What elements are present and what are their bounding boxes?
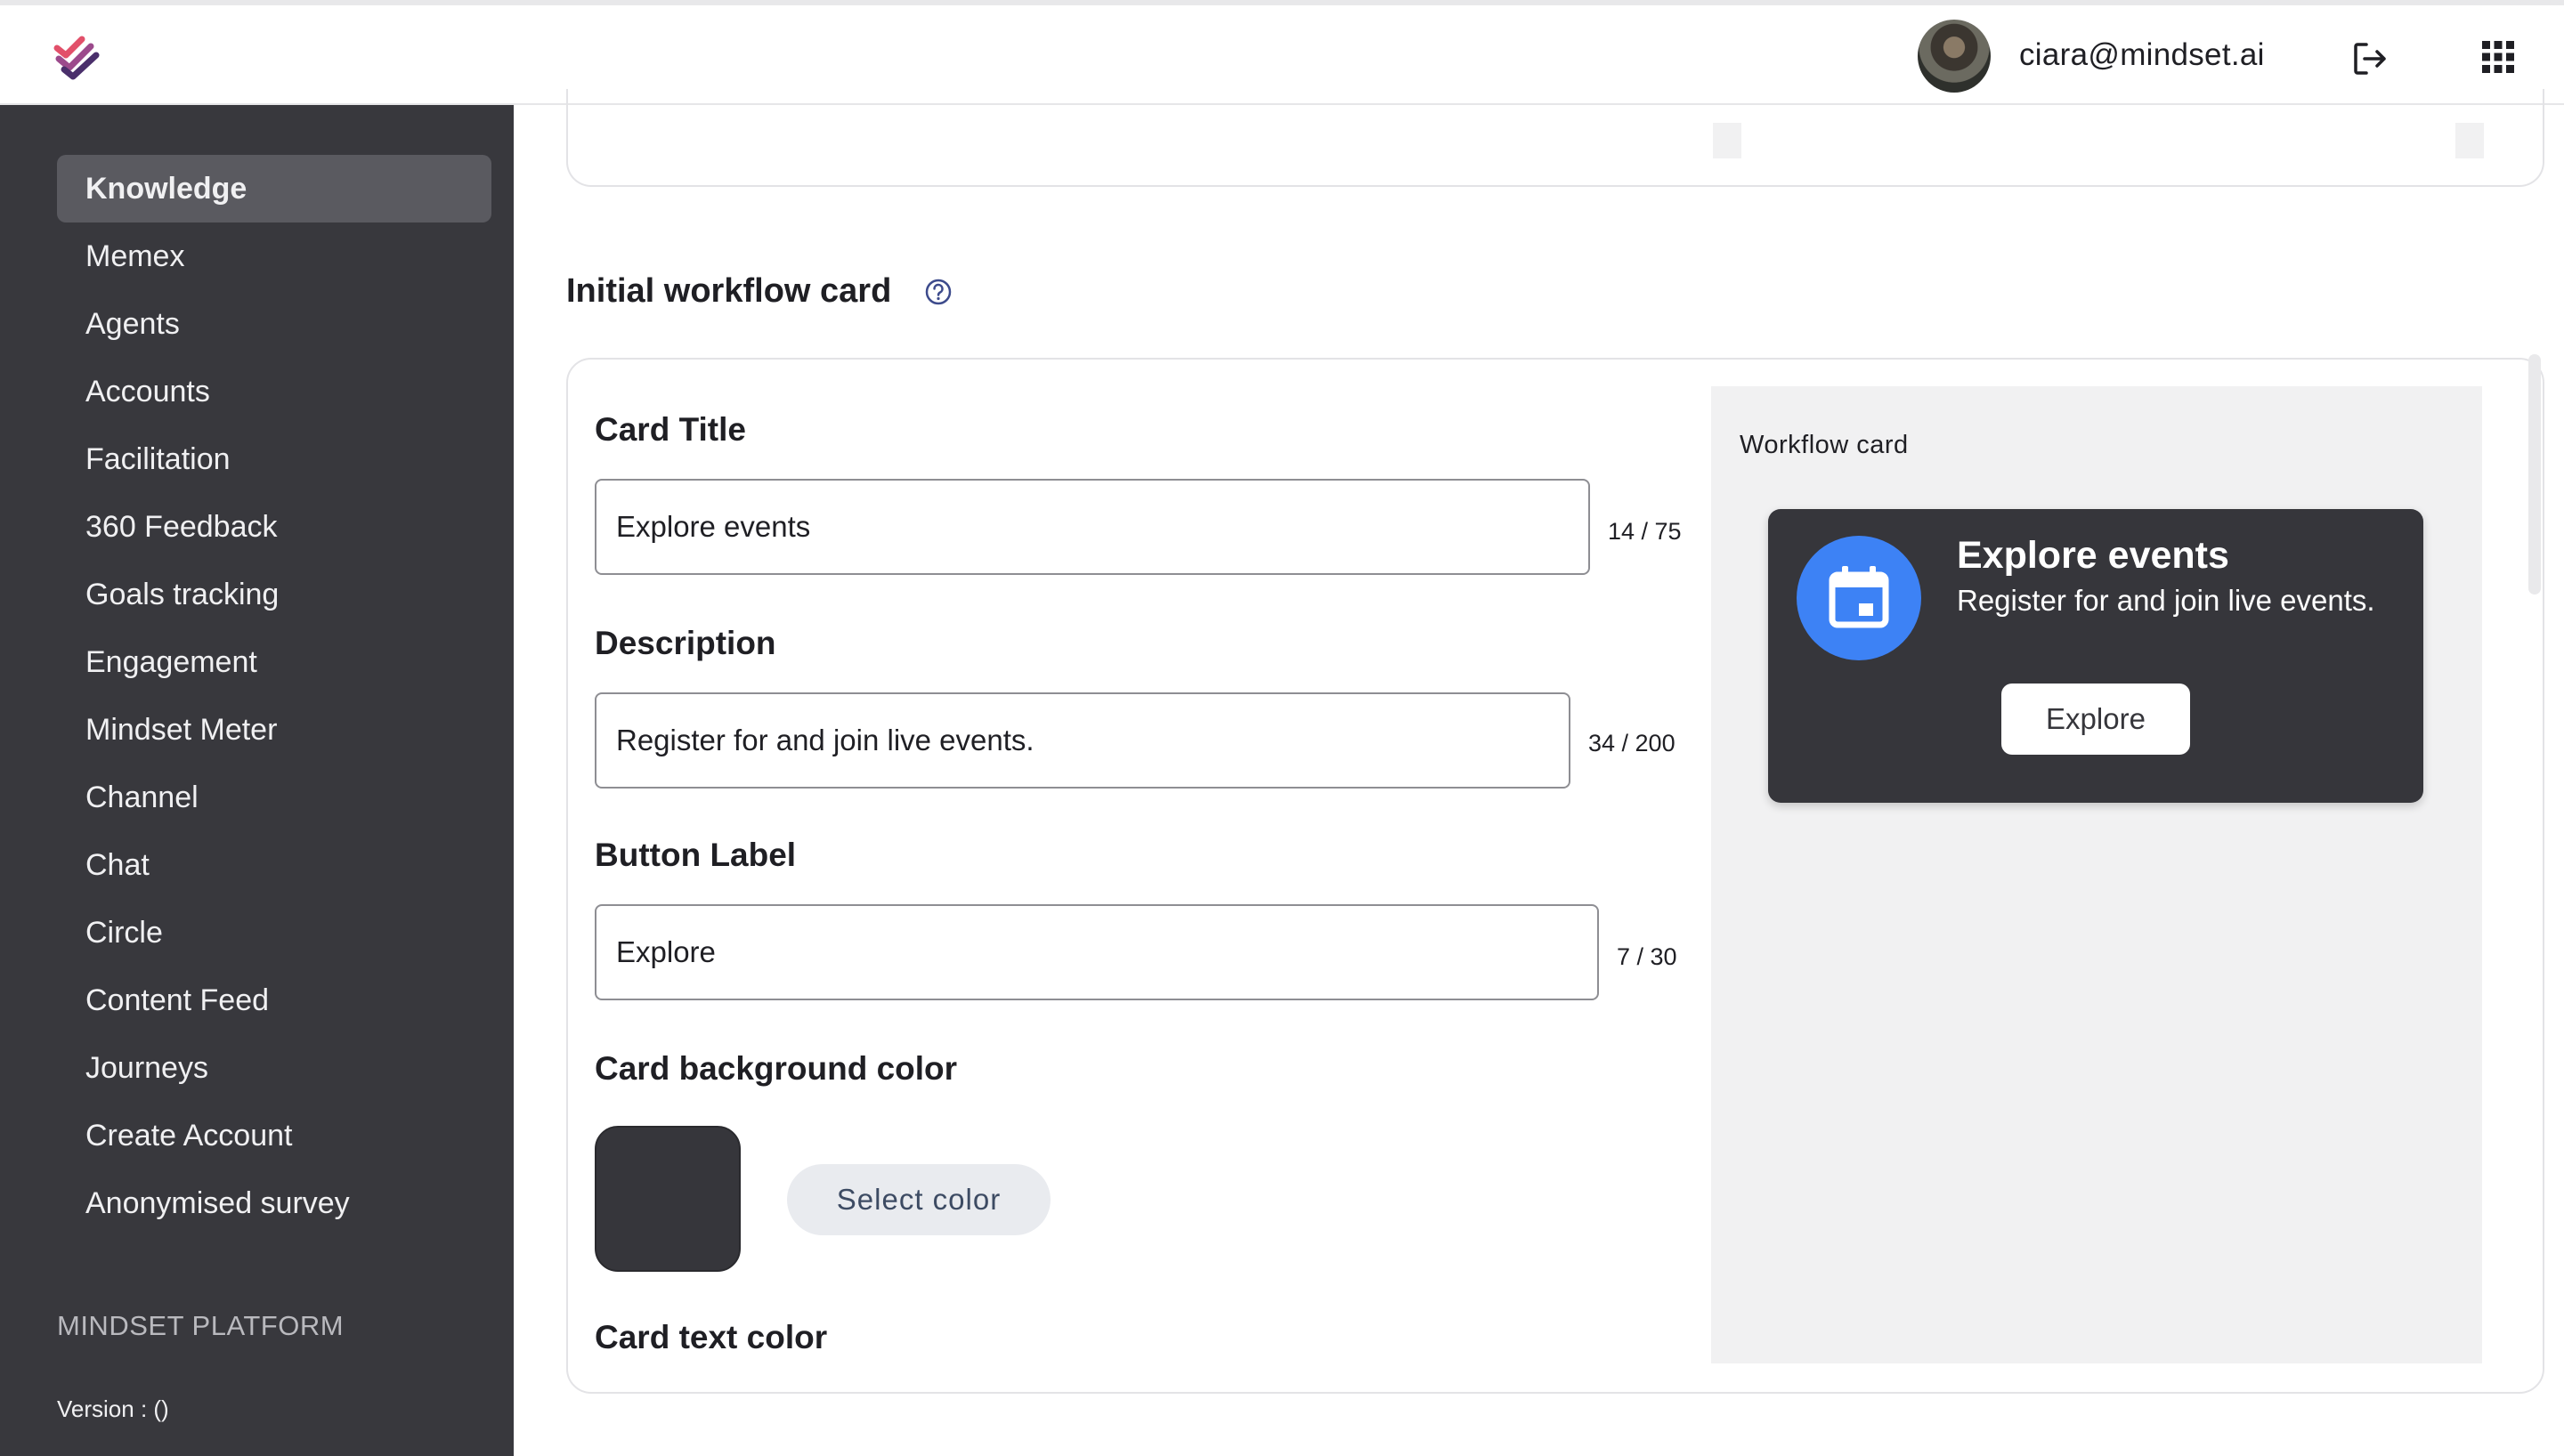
section-title: Initial workflow card — [566, 272, 892, 310]
sidebar-item-label: Content Feed — [85, 983, 270, 1017]
sidebar-item-engagement[interactable]: Engagement — [57, 628, 491, 696]
sidebar-item-label: Agents — [85, 306, 180, 341]
sidebar-item-label: Facilitation — [85, 441, 231, 476]
sidebar-item-knowledge[interactable]: Knowledge — [57, 155, 491, 222]
sidebar: Knowledge Memex Agents Accounts Facilita… — [0, 105, 514, 1456]
calendar-icon — [1797, 536, 1921, 660]
sidebar-item-create-account[interactable]: Create Account — [57, 1102, 491, 1169]
sidebar-item-channel[interactable]: Channel — [57, 764, 491, 831]
sidebar-item-360-feedback[interactable]: 360 Feedback — [57, 493, 491, 561]
preview-title: Workflow card — [1740, 431, 1909, 459]
preview-explore-button[interactable]: Explore — [2001, 684, 2190, 755]
description-counter: 34 / 200 — [1588, 730, 1676, 756]
help-icon[interactable] — [924, 278, 953, 306]
sidebar-item-chat[interactable]: Chat — [57, 831, 491, 899]
description-label: Description — [595, 625, 776, 661]
sidebar-item-label: Anonymised survey — [85, 1185, 350, 1220]
card-title-label: Card Title — [595, 411, 746, 448]
sidebar-item-goals-tracking[interactable]: Goals tracking — [57, 561, 491, 628]
card-background-color-label: Card background color — [595, 1050, 958, 1087]
mindset-logo[interactable] — [52, 32, 105, 82]
sidebar-item-label: Goals tracking — [85, 577, 280, 611]
sidebar-item-label: Knowledge — [85, 171, 247, 206]
description-input[interactable] — [595, 692, 1570, 789]
version-label: Version : () — [57, 1395, 169, 1422]
user-email: ciara@mindset.ai — [2019, 37, 2265, 72]
preview-card-description: Register for and join live events. — [1957, 584, 2375, 617]
platform-title: MINDSET PLATFORM — [57, 1310, 345, 1341]
sidebar-item-journeys[interactable]: Journeys — [57, 1034, 491, 1102]
sidebar-item-label: Channel — [85, 780, 199, 814]
button-label-label: Button Label — [595, 837, 797, 873]
sidebar-item-label: Memex — [85, 239, 185, 273]
sidebar-item-label: Create Account — [85, 1118, 293, 1153]
card-title-counter: 14 / 75 — [1608, 518, 1682, 545]
placeholder-block — [1713, 123, 1741, 158]
sidebar-item-content-feed[interactable]: Content Feed — [57, 967, 491, 1034]
sidebar-item-accounts[interactable]: Accounts — [57, 358, 491, 425]
apps-grid-icon[interactable] — [2482, 41, 2514, 73]
sidebar-item-label: Journeys — [85, 1050, 208, 1085]
sidebar-item-label: Mindset Meter — [85, 712, 278, 747]
previous-card — [566, 89, 2544, 187]
sidebar-item-label: Engagement — [85, 644, 257, 679]
avatar[interactable] — [1918, 20, 1991, 93]
card-title-input[interactable] — [595, 479, 1590, 575]
placeholder-block — [2455, 123, 2484, 158]
sidebar-item-label: 360 Feedback — [85, 509, 278, 544]
sidebar-item-label: Circle — [85, 915, 163, 950]
sidebar-item-anonymised-survey[interactable]: Anonymised survey — [57, 1169, 491, 1237]
logout-icon[interactable] — [2350, 39, 2390, 78]
select-color-button[interactable]: Select color — [787, 1164, 1051, 1235]
sidebar-item-label: Chat — [85, 847, 150, 882]
sidebar-item-memex[interactable]: Memex — [57, 222, 491, 290]
background-color-swatch[interactable] — [595, 1126, 741, 1272]
preview-card-title: Explore events — [1957, 534, 2229, 577]
button-label-input[interactable] — [595, 904, 1599, 1000]
sidebar-item-label: Accounts — [85, 374, 210, 408]
sidebar-item-mindset-meter[interactable]: Mindset Meter — [57, 696, 491, 764]
button-label-counter: 7 / 30 — [1617, 943, 1677, 970]
sidebar-item-circle[interactable]: Circle — [57, 899, 491, 967]
scrollbar[interactable] — [2528, 354, 2541, 595]
sidebar-item-facilitation[interactable]: Facilitation — [57, 425, 491, 493]
sidebar-item-agents[interactable]: Agents — [57, 290, 491, 358]
card-text-color-label: Card text color — [595, 1319, 828, 1355]
